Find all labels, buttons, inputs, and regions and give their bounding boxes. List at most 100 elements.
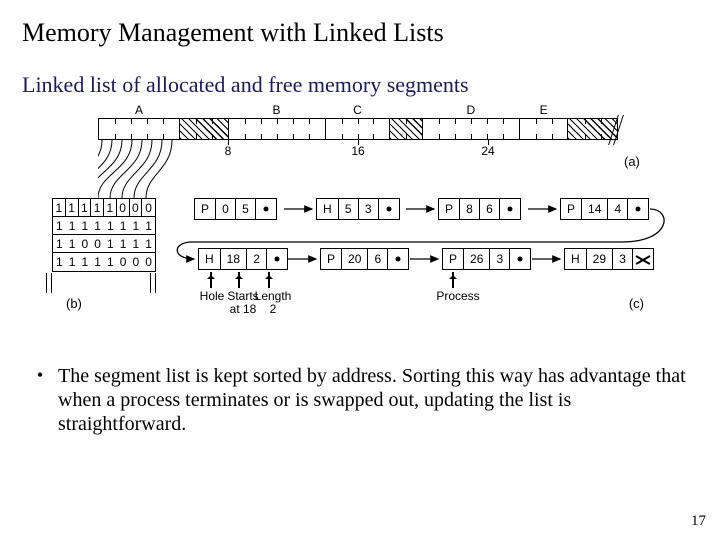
memory-ticks: 81624 <box>98 140 618 152</box>
bitmap-cell: 1 <box>53 217 66 234</box>
bullet-item: • The segment list is kept sorted by add… <box>22 364 698 436</box>
bitmap-cell: 0 <box>130 199 143 216</box>
null-pointer-icon <box>633 249 653 269</box>
bitmap-cell: 0 <box>142 199 155 216</box>
pointer-icon <box>628 199 648 219</box>
pointer-icon <box>256 199 276 219</box>
memory-segment: E <box>520 119 569 139</box>
node-cell: P <box>195 199 216 219</box>
arrow-icon <box>238 272 240 288</box>
segment-label: D <box>466 103 475 117</box>
bitmap-cell: 0 <box>117 253 130 271</box>
bitmap-cell: 1 <box>104 217 117 234</box>
ann-process: Process <box>430 290 486 303</box>
memory-segment: B <box>229 119 326 139</box>
pointer-icon <box>510 249 530 269</box>
bitmap-cell: 0 <box>79 235 92 252</box>
node-cell: 29 <box>587 249 613 269</box>
node-cell: 18 <box>221 249 247 269</box>
memory-bar: ABCDE <box>98 118 618 140</box>
bitmap-cell: 1 <box>66 253 79 271</box>
bitmap-cell: 1 <box>130 235 143 252</box>
list-node: P144 <box>560 198 649 220</box>
node-cell: 3 <box>490 249 510 269</box>
diagram: ABCDE 81624 (a) 111110001111111111001111… <box>22 112 682 352</box>
node-cell: 4 <box>608 199 628 219</box>
memory-segment: C <box>326 119 391 139</box>
memory-segment: D <box>423 119 520 139</box>
pointer-icon <box>379 199 399 219</box>
break-icon <box>150 272 164 292</box>
bullet-icon: • <box>22 364 58 436</box>
list-node: P206 <box>320 248 409 270</box>
bitmap-cell: 1 <box>104 235 117 252</box>
node-cell: 14 <box>582 199 608 219</box>
node-cell: H <box>199 249 221 269</box>
memory-segment <box>180 119 229 139</box>
node-cell: P <box>321 249 342 269</box>
list-node: H293 <box>564 248 654 270</box>
node-cell: 6 <box>368 249 388 269</box>
list-node: P05 <box>194 198 277 220</box>
node-cell: 20 <box>342 249 368 269</box>
pointer-icon <box>500 199 520 219</box>
bitmap-cell: 1 <box>79 253 92 271</box>
bitmap-cell: 1 <box>53 253 66 271</box>
node-cell: 5 <box>236 199 256 219</box>
bitmap-row: 11111000 <box>53 253 155 271</box>
bitmap-cell: 1 <box>117 217 130 234</box>
page-subtitle: Linked list of allocated and free memory… <box>22 72 698 98</box>
node-cell: P <box>443 249 464 269</box>
arrow-icon <box>268 272 270 288</box>
list-node: P86 <box>438 198 521 220</box>
pointer-icon <box>388 249 408 269</box>
pointer-icon <box>267 249 287 269</box>
bitmap-cell: 1 <box>79 217 92 234</box>
tick-label: 8 <box>225 144 232 158</box>
bitmap-cell: 1 <box>66 235 79 252</box>
list-node: P263 <box>442 248 531 270</box>
memory-segment <box>568 119 617 139</box>
node-cell: 6 <box>480 199 500 219</box>
segment-label: B <box>273 103 281 117</box>
memory-segment <box>390 119 422 139</box>
node-cell: 8 <box>460 199 480 219</box>
node-cell: H <box>317 199 339 219</box>
list-node: H182 <box>198 248 288 270</box>
bitmap-cell: 1 <box>91 217 104 234</box>
bitmap-cell: 1 <box>91 199 104 216</box>
bitmap-cell: 1 <box>104 253 117 271</box>
label-c: (c) <box>629 296 644 311</box>
bitmap-cell: 0 <box>117 199 130 216</box>
bitmap-cell: 1 <box>66 199 79 216</box>
page-title: Memory Management with Linked Lists <box>22 18 698 48</box>
arrow-icon <box>452 272 454 288</box>
tick-label: 24 <box>481 144 494 158</box>
bitmap-cell: 1 <box>142 235 155 252</box>
break-icon <box>46 272 60 292</box>
bitmap-cell: 1 <box>53 199 66 216</box>
node-cell: 26 <box>464 249 490 269</box>
arrow-icon <box>210 272 212 288</box>
segment-label: C <box>353 103 362 117</box>
segment-label: A <box>135 103 143 117</box>
node-cell: P <box>439 199 460 219</box>
bitmap-cell: 0 <box>142 253 155 271</box>
bitmap-row: 11001111 <box>53 235 155 253</box>
bitmap-cell: 0 <box>91 235 104 252</box>
bitmap-cell: 1 <box>130 217 143 234</box>
list-node: H53 <box>316 198 400 220</box>
bitmap-cell: 1 <box>117 235 130 252</box>
segment-label: E <box>540 103 548 117</box>
ann-length: Length 2 <box>250 290 296 316</box>
page-number: 17 <box>691 513 706 530</box>
node-cell: 3 <box>613 249 633 269</box>
node-cell: 0 <box>216 199 236 219</box>
bitmap-cell: 1 <box>142 217 155 234</box>
node-cell: P <box>561 199 582 219</box>
node-cell: 2 <box>247 249 267 269</box>
bitmap-cell: 1 <box>91 253 104 271</box>
bitmap-cell: 0 <box>130 253 143 271</box>
bitmap-cell: 1 <box>104 199 117 216</box>
node-cell: H <box>565 249 587 269</box>
